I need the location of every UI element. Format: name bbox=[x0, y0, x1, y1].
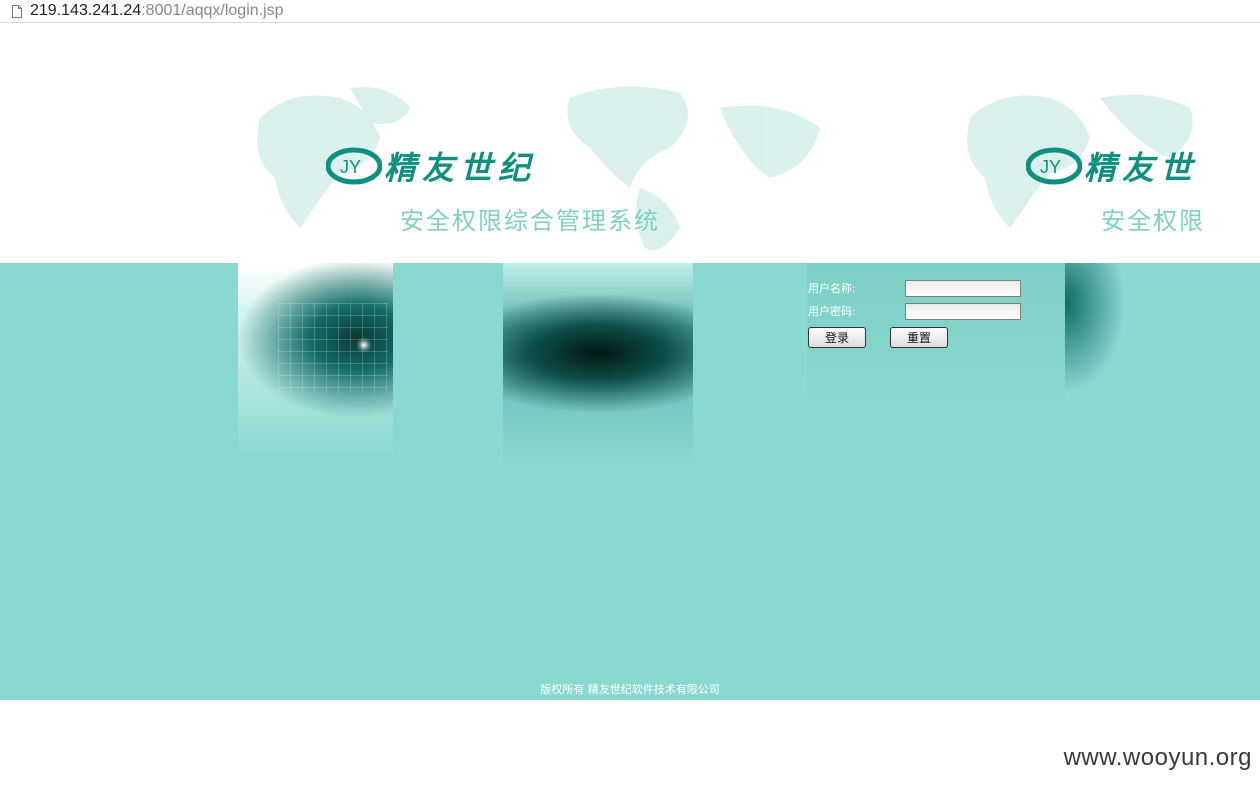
password-input[interactable] bbox=[905, 302, 1021, 320]
svg-text:JY: JY bbox=[1040, 157, 1061, 177]
username-row: 用户名称: bbox=[808, 278, 1021, 298]
login-button[interactable]: 登录 bbox=[808, 327, 866, 348]
svg-text:JY: JY bbox=[340, 157, 361, 177]
password-row: 用户密码: bbox=[808, 301, 1021, 321]
company-logo-right: JY 精友世 bbox=[1026, 143, 1198, 189]
username-input[interactable] bbox=[905, 279, 1021, 297]
jy-logo-icon: JY bbox=[326, 147, 382, 185]
header-banner: JY 精友世纪 安全权限综合管理系统 JY 精友世 安全权限 bbox=[0, 23, 1260, 263]
company-name: 精友世纪 bbox=[384, 149, 537, 187]
decorative-face-panel bbox=[503, 263, 693, 478]
company-logo: JY 精友世纪 bbox=[326, 143, 536, 189]
password-label: 用户密码: bbox=[808, 305, 856, 318]
copyright-text: 版权所有 精友世纪软件技术有限公司 bbox=[540, 683, 720, 696]
watermark-text: www.wooyun.org bbox=[1063, 744, 1252, 771]
url-text[interactable]: 219.143.241.24:8001/aqqx/login.jsp bbox=[30, 2, 284, 20]
system-title-right: 安全权限 bbox=[1101, 207, 1205, 235]
system-title: 安全权限综合管理系统 bbox=[400, 207, 660, 235]
main-band bbox=[0, 263, 1260, 700]
reset-button[interactable]: 重置 bbox=[890, 327, 948, 348]
username-label: 用户名称: bbox=[808, 282, 856, 295]
address-bar[interactable]: 219.143.241.24:8001/aqqx/login.jsp bbox=[0, 0, 1260, 23]
page-icon bbox=[12, 4, 22, 18]
url-path: :8001/aqqx/login.jsp bbox=[141, 2, 284, 19]
company-name-right: 精友世 bbox=[1084, 149, 1199, 187]
decorative-right-panel bbox=[1065, 263, 1260, 428]
url-host: 219.143.241.24 bbox=[30, 2, 142, 19]
jy-logo-icon: JY bbox=[1026, 147, 1082, 185]
sparkle-icon bbox=[356, 337, 372, 353]
decorative-eye-panel bbox=[238, 263, 393, 478]
